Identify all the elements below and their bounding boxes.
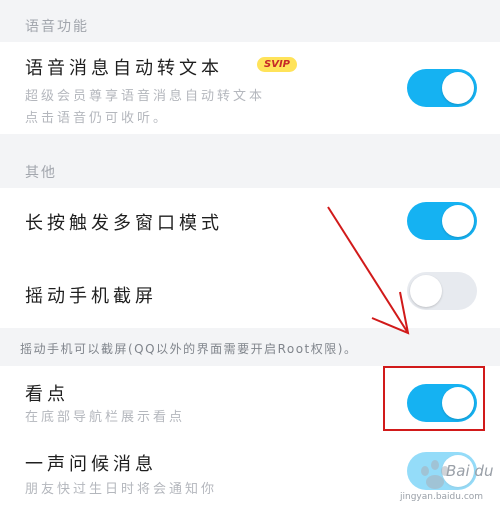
- watermark-brand: Bai du: [446, 462, 494, 480]
- annotation-arrow: [327, 206, 410, 335]
- watermark-url: jingyan.baidu.com: [400, 492, 484, 502]
